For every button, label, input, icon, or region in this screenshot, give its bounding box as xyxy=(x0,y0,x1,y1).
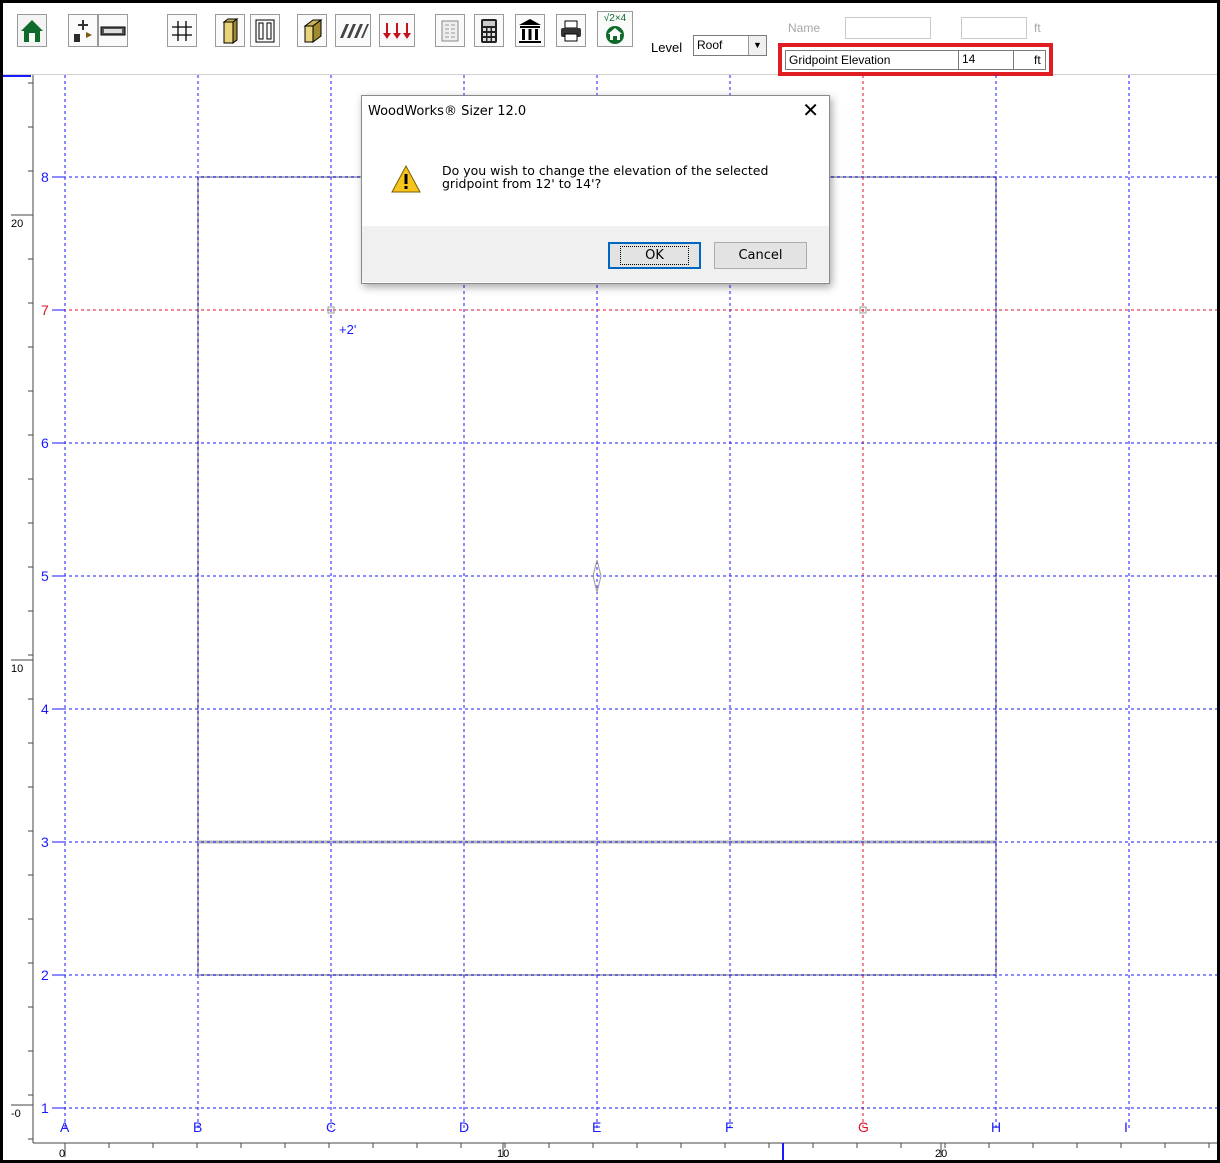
dialog-title: WoodWorks® Sizer 12.0 xyxy=(368,104,527,119)
toolbar: √2×4 Level Roof ▼ Name ft Gridpoint Elev… xyxy=(3,3,1217,76)
grid-label-1: 1 xyxy=(41,1100,49,1116)
grid-label-3: 3 xyxy=(41,834,49,850)
close-icon[interactable]: ✕ xyxy=(802,99,819,121)
app-window: √2×4 Level Roof ▼ Name ft Gridpoint Elev… xyxy=(3,3,1217,1160)
ruler-left-label: 20 xyxy=(11,218,23,230)
building-icon[interactable] xyxy=(515,14,545,47)
ruler-left-label: 10 xyxy=(11,663,23,675)
post-icon[interactable] xyxy=(297,14,327,47)
name-unit-field[interactable] xyxy=(961,17,1027,39)
gridpoint-elevation-label: Gridpoint Elevation xyxy=(789,53,891,67)
name-label: Name xyxy=(788,21,821,35)
elevation-marker: +2' xyxy=(339,322,356,337)
level-select[interactable]: Roof ▼ xyxy=(693,35,767,56)
grid-label-2: 2 xyxy=(41,967,49,983)
calculator-icon[interactable] xyxy=(474,14,504,47)
dialog-body: Do you wish to change the elevation of t… xyxy=(362,130,829,226)
beam-icon[interactable] xyxy=(98,14,128,47)
level-label: Level xyxy=(651,40,683,55)
printer-icon[interactable] xyxy=(556,14,586,47)
gridpoint-elevation-group: Gridpoint Elevation 14 ft xyxy=(785,50,1046,70)
name-field[interactable] xyxy=(845,17,931,39)
report-icon[interactable] xyxy=(435,14,465,47)
grid-label-f: F xyxy=(725,1119,734,1135)
ok-button[interactable]: OK xyxy=(608,242,701,269)
grid-label-4: 4 xyxy=(41,701,49,717)
gridpoint-elevation-unit: ft xyxy=(1034,53,1041,67)
ruler-left-label: -0 xyxy=(11,1108,21,1120)
wall-icon[interactable] xyxy=(250,14,280,47)
design-2x4-badge: √2×4 xyxy=(603,13,627,24)
grid-label-a: A xyxy=(60,1119,70,1135)
joists-icon[interactable] xyxy=(335,14,371,47)
dialog-message: Do you wish to change the elevation of t… xyxy=(442,164,802,190)
ok-button-label: OK xyxy=(620,246,689,265)
chevron-down-icon[interactable]: ▼ xyxy=(748,36,766,55)
grid-label-g: G xyxy=(858,1119,869,1135)
column-icon[interactable] xyxy=(215,14,245,47)
grid-label-h: H xyxy=(991,1119,1001,1135)
grid-label-b: B xyxy=(193,1119,202,1135)
grid-label-d: D xyxy=(459,1119,469,1135)
grid-icon[interactable] xyxy=(167,14,197,47)
dialog-message-line2: gridpoint from 12' to 14'? xyxy=(442,176,602,191)
loads-icon[interactable] xyxy=(379,14,415,47)
grid-label-6: 6 xyxy=(41,435,49,451)
home-icon[interactable] xyxy=(17,14,47,47)
warning-icon xyxy=(391,164,421,193)
grid-label-5: 5 xyxy=(41,568,49,584)
grid-label-e: E xyxy=(592,1119,601,1135)
ruler-bottom-label: 20 xyxy=(935,1148,947,1160)
grid-label-7: 7 xyxy=(41,302,49,318)
grid-label-c: C xyxy=(326,1119,336,1135)
grid-label-i: I xyxy=(1124,1119,1128,1135)
design-2x4-icon[interactable]: √2×4 xyxy=(597,11,633,47)
gridpoint-elevation-input[interactable]: 14 xyxy=(958,50,1014,70)
grid-label-8: 8 xyxy=(41,169,49,185)
level-select-value: Roof xyxy=(697,38,723,52)
name-unit-label: ft xyxy=(1034,21,1041,35)
cancel-button-label: Cancel xyxy=(738,248,783,263)
cancel-button[interactable]: Cancel xyxy=(714,242,807,269)
layout-generate-icon[interactable] xyxy=(68,14,98,47)
confirm-dialog: WoodWorks® Sizer 12.0 ✕ Do you wish to c… xyxy=(361,95,830,284)
ruler-bottom-label: 10 xyxy=(497,1148,509,1160)
ruler-bottom-label: 0 xyxy=(59,1148,65,1160)
